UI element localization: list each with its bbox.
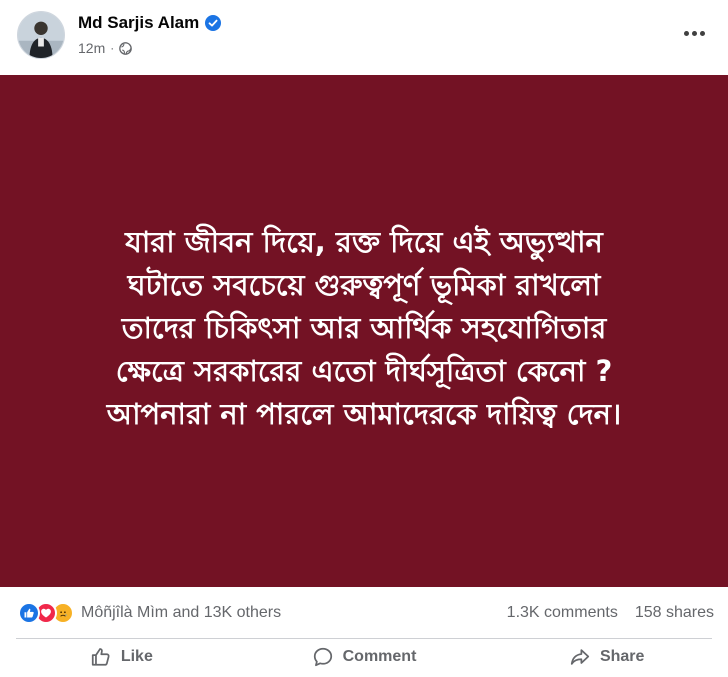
shares-count[interactable]: 158 shares (635, 604, 714, 622)
like-button[interactable]: Like (0, 640, 243, 677)
author-row: Md Sarjis Alam (78, 13, 222, 33)
share-label: Share (599, 648, 645, 665)
banner-line: তাদের চিকিৎসা আর আর্থিক সহযোগিতার (121, 310, 607, 345)
like-label: Like (120, 648, 153, 665)
more-options-dot (691, 30, 697, 36)
banner-line: আপনারা না পারলে আমাদেরকে দায়িত্ব দেন। (106, 396, 622, 431)
comment-icon (313, 647, 332, 667)
avatar-image (18, 12, 64, 58)
share-button[interactable]: Share (485, 640, 728, 677)
comments-count[interactable]: 1.3K comments (507, 604, 618, 622)
banner-line: ক্ষেত্রে সরকারের এতো দীর্ঘসূত্রিতা কেনো … (115, 353, 613, 388)
comment-button[interactable]: Comment (243, 640, 486, 677)
banner-text: যারা জীবন দিয়ে, রক্ত দিয়ে এই অভ্যুত্থা… (34, 221, 694, 436)
post-meta: 12m · (78, 40, 133, 56)
post-stats: Môñjîlà Mìm and 13K others 1.3K comments… (0, 587, 728, 639)
post-header: Md Sarjis Alam 12m · (0, 0, 728, 75)
post-timestamp[interactable]: 12m (78, 40, 105, 56)
more-options-button[interactable] (676, 18, 712, 48)
reactors-label[interactable]: Môñjîlà Mìm and 13K others (81, 604, 281, 622)
comment-label: Comment (342, 648, 417, 665)
banner-line: ঘটাতে সবচেয়ে গুরুত্বপূর্ণ ভূমিকা রাখলো (127, 267, 601, 302)
thumbs-up-icon (91, 648, 110, 666)
share-icon (570, 649, 590, 665)
engagement-counts: 1.3K comments 158 shares (507, 604, 714, 622)
author-name[interactable]: Md Sarjis Alam (78, 13, 199, 33)
more-options-icon (683, 30, 689, 36)
banner-line: যারা জীবন দিয়ে, রক্ত দিয়ে এই অভ্যুত্থা… (125, 224, 603, 259)
reactions-summary[interactable]: Môñjîlà Mìm and 13K others (18, 602, 281, 624)
globe-icon[interactable] (119, 41, 133, 55)
meta-separator: · (110, 41, 115, 55)
facebook-post: Md Sarjis Alam 12m · যারা জীবন দিয়ে, রক… (0, 0, 728, 677)
author-avatar[interactable] (17, 11, 65, 59)
text-banner: যারা জীবন দিয়ে, রক্ত দিয়ে এই অভ্যুত্থা… (0, 75, 728, 587)
more-options-dot (699, 30, 705, 36)
action-bar: Like Comment Share (0, 640, 728, 677)
verified-badge-icon (205, 15, 222, 31)
like-reaction-icon (18, 602, 40, 624)
divider (16, 638, 712, 639)
